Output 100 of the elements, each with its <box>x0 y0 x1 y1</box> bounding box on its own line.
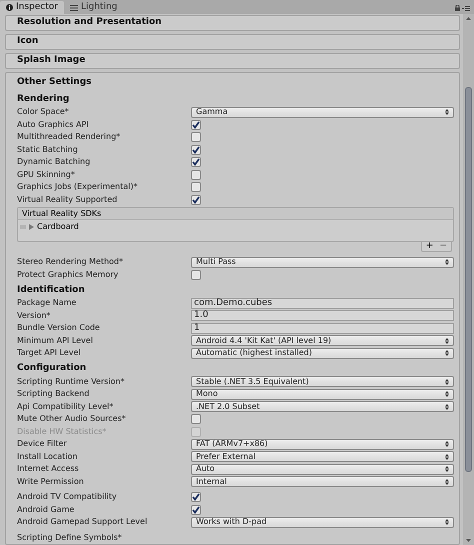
field-label: Android TV Compatibility <box>17 491 118 504</box>
updown-arrows-icon <box>445 350 449 356</box>
dropdown-value: Prefer External <box>196 450 256 463</box>
updown-arrows-icon <box>445 454 449 460</box>
scrollbar[interactable] <box>463 14 474 545</box>
add-button[interactable]: + <box>426 242 434 251</box>
field-label: Scripting Runtime Version* <box>17 376 126 388</box>
foldout-header[interactable]: Resolution and Presentation <box>5 15 460 31</box>
input-field[interactable]: com.Demo.cubes <box>191 298 454 309</box>
field-label: Internet Access <box>17 463 80 476</box>
updown-arrows-icon <box>445 519 449 526</box>
field-label: Disable HW Statistics* <box>17 426 108 438</box>
checkbox[interactable] <box>191 270 201 280</box>
field-label: Android Gamepad Support Level <box>17 516 148 528</box>
foldout-header[interactable]: Icon <box>5 34 460 50</box>
updown-arrows-icon <box>445 259 449 266</box>
scrollbar-thumb[interactable] <box>465 87 472 472</box>
down-arrow-icon[interactable] <box>466 539 471 542</box>
field-label: GPU Skinning* <box>17 168 76 181</box>
checkbox[interactable] <box>191 120 201 130</box>
section-heading: Identification <box>17 284 86 297</box>
checkbox[interactable] <box>191 157 201 168</box>
field-label: Static Batching <box>17 144 79 156</box>
updown-arrows-icon <box>445 466 449 472</box>
list-title: Virtual Reality SDKs <box>22 208 102 220</box>
field-label: Install Location <box>17 450 78 463</box>
field-label: Protect Graphics Memory <box>17 268 120 281</box>
dropdown[interactable]: Prefer External <box>191 451 454 462</box>
field-label: Package Name <box>17 297 78 310</box>
dropdown[interactable]: Android 4.4 'Kit Kat' (API level 19) <box>191 335 454 346</box>
field-label: Auto Graphics API <box>17 118 90 131</box>
dropdown[interactable]: Internal <box>191 476 454 488</box>
updown-arrows-icon <box>445 391 449 398</box>
checkbox[interactable] <box>191 194 201 205</box>
field-label: Api Compatibility Level* <box>17 400 114 413</box>
dropdown[interactable]: FAT (ARMv7+x86) <box>191 438 454 450</box>
tab[interactable]: Lighting <box>64 1 124 14</box>
field-label: Device Filter <box>17 438 68 450</box>
dropdown-value: Multi Pass <box>196 256 236 268</box>
dropdown-value: Auto <box>196 463 215 476</box>
dropdown[interactable]: Gamma <box>191 106 454 118</box>
info-icon <box>6 4 13 11</box>
dropdown-value: Works with D-pad <box>196 516 267 528</box>
dropdown-value: Stable (.NET 3.5 Equivalent) <box>196 376 309 388</box>
dropdown[interactable]: .NET 2.0 Subset <box>191 401 454 412</box>
field-label: Bundle Version Code <box>17 322 101 334</box>
triangle-icon[interactable] <box>29 224 34 230</box>
checkbox[interactable] <box>191 144 201 155</box>
dropdown[interactable]: Auto <box>191 464 454 475</box>
foldout-header[interactable]: Splash Image <box>5 53 460 69</box>
field-label: Virtual Reality Supported <box>17 194 118 206</box>
dropdown[interactable]: Automatic (highest installed) <box>191 348 454 359</box>
field-label: Dynamic Batching <box>17 156 92 168</box>
field-label: Version* <box>17 310 52 322</box>
section-heading: Configuration <box>17 362 88 376</box>
checkbox[interactable] <box>191 504 201 515</box>
input-field[interactable]: 1.0 <box>191 310 454 322</box>
checkbox[interactable] <box>191 132 201 142</box>
dropdown[interactable]: Stable (.NET 3.5 Equivalent) <box>191 376 454 388</box>
field-label: Minimum API Level <box>17 334 94 347</box>
field-label: Stereo Rendering Method* <box>17 256 124 268</box>
field-label: Color Space* <box>17 106 70 118</box>
field-label: Mute Other Audio Sources* <box>17 413 127 426</box>
dropdown-value: Internal <box>196 476 227 488</box>
field-label: Scripting Define Symbols* <box>17 532 123 544</box>
panel-title: Other Settings <box>17 76 93 89</box>
dropdown-value: Automatic (highest installed) <box>196 347 312 360</box>
field-label: Write Permission <box>17 476 85 488</box>
field-label: Multithreaded Rendering* <box>17 131 122 144</box>
updown-arrows-icon <box>445 441 449 448</box>
checkbox[interactable] <box>191 492 201 502</box>
dropdown-value: Gamma <box>196 106 228 118</box>
dropdown[interactable]: Multi Pass <box>191 256 454 268</box>
drag-handle-icon[interactable] <box>20 225 26 229</box>
lock-icon[interactable] <box>455 5 460 11</box>
tab[interactable]: Inspector <box>0 1 64 14</box>
lines-icon <box>70 4 78 10</box>
updown-arrows-icon <box>445 338 449 344</box>
updown-arrows-icon <box>445 478 449 485</box>
field-label: Android Game <box>17 504 76 516</box>
menu-icon[interactable] <box>462 6 470 10</box>
checkmark-icon <box>192 120 200 129</box>
dropdown-value: Android 4.4 'Kit Kat' (API level 19) <box>196 334 332 347</box>
updown-arrows-icon <box>445 404 449 410</box>
checkbox[interactable] <box>191 414 201 424</box>
dropdown-value: Mono <box>196 388 218 400</box>
checkbox[interactable] <box>191 182 201 192</box>
remove-button[interactable]: − <box>439 242 447 251</box>
field-label: Target API Level <box>17 347 82 360</box>
field-label: Graphics Jobs (Experimental)* <box>17 181 139 194</box>
checkbox[interactable] <box>191 170 201 180</box>
tab-label: Inspector <box>16 0 58 14</box>
list-item[interactable]: Cardboard <box>37 221 79 233</box>
dropdown[interactable]: Works with D-pad <box>191 516 454 528</box>
up-arrow-icon[interactable] <box>466 17 471 20</box>
updown-arrows-icon <box>445 378 449 385</box>
dropdown[interactable]: Mono <box>191 388 454 400</box>
dropdown-value: FAT (ARMv7+x86) <box>196 438 268 450</box>
dropdown-value: .NET 2.0 Subset <box>196 400 260 413</box>
input-field[interactable]: 1 <box>191 322 454 334</box>
